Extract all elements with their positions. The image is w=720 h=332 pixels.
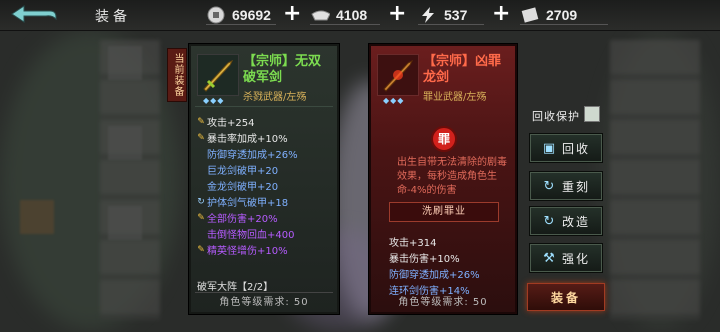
- sword-icon: [197, 54, 239, 96]
- stat-row: ✎ 暴击率加成+10%: [195, 130, 287, 146]
- key-icon: ✎: [197, 116, 205, 127]
- resource-ticket: 2709: [520, 4, 577, 26]
- current-item-panel: ◆◆◆ 【宗师】无双 破军剑 杀戮武器/左殇 ✎ 攻击+254 ✎ 暴击率加成+10…: [188, 43, 340, 315]
- set-bonus: 破军大阵【2/2】: [197, 282, 274, 293]
- add-energy-button[interactable]: +: [492, 1, 510, 26]
- background-scene: [0, 0, 720, 332]
- stat-row: 巨龙剑破甲+20: [207, 166, 279, 177]
- recycle-protect-toggle[interactable]: [584, 106, 600, 122]
- add-ingot-button[interactable]: +: [388, 1, 406, 26]
- resource-coin: 69692: [206, 4, 271, 26]
- recycle-protect-label: 回收保护: [532, 110, 580, 123]
- ingot-icon: [310, 6, 330, 24]
- resource-energy: 537: [418, 4, 467, 26]
- item-name: 【宗师】凶罪 龙剑: [423, 54, 502, 85]
- cursed-sword-icon: [377, 54, 419, 96]
- rarity-dots: ◆◆◆: [203, 96, 225, 105]
- hammer-icon: ⚒: [543, 250, 557, 266]
- refresh-icon: ↻: [543, 178, 557, 194]
- resource-ingot: 4108: [310, 4, 367, 26]
- reforge-button[interactable]: ↻ 重刻: [530, 172, 602, 200]
- current-equipped-tag: 当前装备: [167, 48, 187, 102]
- stat-row: ↻ 护体剑气破甲+18: [195, 194, 288, 210]
- stat-row: ✎ 全部伤害+20%: [195, 210, 277, 226]
- compare-item-panel: ◆◆◆ 【宗师】凶罪 龙剑 罪业武器/左殇 罪 出生自带无法清除的剧毒效果，每秒…: [368, 43, 518, 315]
- stat-row: ✎ 攻击+254: [195, 114, 254, 130]
- level-requirement: 角色等级需求: 50: [219, 297, 309, 308]
- recycle-button[interactable]: ▣ 回收: [530, 134, 602, 162]
- recycle-icon: ▣: [542, 140, 558, 156]
- back-arrow-icon: [11, 5, 57, 23]
- key-icon: ✎: [197, 212, 205, 223]
- stat-row: 攻击+314: [389, 238, 437, 249]
- item-name: 【宗师】无双 破军剑: [243, 54, 322, 85]
- lightning-icon: [418, 6, 438, 24]
- refresh-icon: ↻: [543, 213, 557, 229]
- stat-row: 防御穿透加成+26%: [207, 150, 298, 161]
- stat-row: ✎ 精英怪增伤+10%: [195, 242, 287, 258]
- stat-row: 暴击伤害+10%: [389, 254, 460, 265]
- key-icon: ✎: [197, 132, 205, 143]
- transform-button[interactable]: ↻ 改造: [530, 207, 602, 235]
- coin-icon: [206, 6, 226, 24]
- stat-row: 金龙剑破甲+20: [207, 182, 279, 193]
- stat-row: 防御穿透加成+26%: [389, 270, 480, 281]
- stat-row: 击倒怪物回血+400: [207, 230, 295, 241]
- item-type: 罪业武器/左殇: [423, 92, 487, 103]
- key-icon: ✎: [197, 244, 205, 255]
- ticket-icon: [520, 6, 540, 24]
- curse-seal-icon: 罪: [431, 126, 457, 152]
- top-bar: 装备 69692 + 4108 + 537 + 2709: [0, 0, 720, 31]
- page-title: 装备: [95, 9, 131, 25]
- equip-button[interactable]: 装备: [527, 283, 605, 311]
- curse-description: 出生自带无法清除的剧毒效果，每秒造成角色生命-4%的伤害: [397, 157, 507, 196]
- item-type: 杀戮武器/左殇: [243, 92, 307, 103]
- add-coin-button[interactable]: +: [283, 1, 301, 26]
- level-requirement: 角色等级需求: 50: [398, 297, 488, 308]
- rarity-dots: ◆◆◆: [383, 96, 405, 105]
- enhance-button[interactable]: ⚒ 强化: [530, 244, 602, 272]
- back-button[interactable]: [6, 3, 60, 25]
- refresh-icon: ↻: [197, 196, 205, 207]
- clear-curse-button[interactable]: 洗刷罪业: [389, 202, 499, 222]
